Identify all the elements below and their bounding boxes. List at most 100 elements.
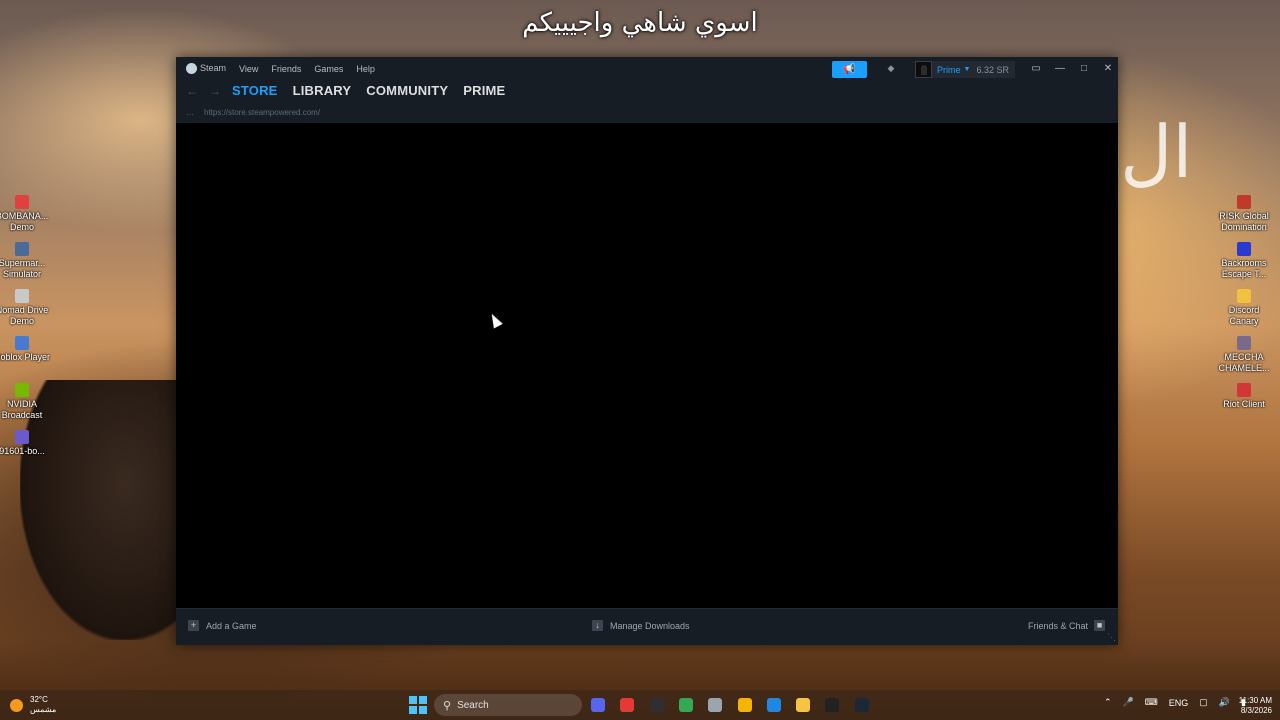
windows-logo-pane (419, 696, 427, 704)
voice-app-icon[interactable] (620, 698, 635, 712)
app-icon[interactable] (825, 698, 840, 712)
discord-icon[interactable] (591, 698, 605, 712)
shortcut-icon (1237, 195, 1251, 209)
steam-logo-icon (186, 63, 197, 75)
tab-library[interactable]: LIBRARY (293, 83, 352, 98)
chrome-canary-icon[interactable] (766, 698, 781, 712)
desktop-shortcut[interactable]: Discord Canary (1214, 289, 1274, 327)
friends-chat-label: Friends & Chat (1028, 620, 1089, 631)
wallet-balance: 6.32 SR (976, 64, 1009, 75)
notifications-button[interactable]: ◆ (880, 63, 902, 77)
language-indicator[interactable]: ENG (1169, 698, 1189, 708)
friends-chat-button[interactable]: Friends & Chat ■ (1028, 620, 1112, 631)
chevron-up-icon[interactable]: ⌃ (1104, 697, 1112, 708)
shortcut-icon (15, 195, 29, 209)
profile-name: Prime (937, 64, 961, 75)
tab-community[interactable]: COMMUNITY (366, 83, 448, 98)
back-arrow-icon[interactable]: ← (186, 84, 209, 98)
chevron-down-icon: ▼ (963, 66, 971, 73)
search-placeholder: Search (457, 699, 489, 711)
shortcut-icon (1237, 242, 1251, 256)
menu-item-steam[interactable]: Steam (186, 63, 226, 75)
shortcut-icon (15, 383, 29, 397)
shortcut-icon (15, 336, 29, 350)
windows-logo-pane (419, 706, 427, 714)
loading-spinner-icon: … (186, 108, 194, 117)
steam-menu-bar: Steam View Friends Games Help (186, 63, 375, 75)
clock[interactable]: 11:30 AM 8/3/2026 (1232, 696, 1272, 716)
desktop-shortcut[interactable]: Roblox Player (0, 336, 52, 363)
volume-icon[interactable]: 🔊 (1219, 697, 1230, 708)
wallpaper-ground (0, 640, 1280, 690)
obs-icon[interactable] (649, 698, 664, 712)
shortcut-label: BOMBANA... Demo (0, 211, 49, 232)
account-menu[interactable]: Prime ▼ 6.32 SR (915, 61, 1015, 78)
desktop-shortcut[interactable]: NVIDIA Broadcast (0, 383, 52, 421)
big-picture-icon[interactable]: ▭ (1024, 61, 1048, 77)
window-controls: ▭ — □ ✕ (1024, 61, 1120, 77)
file-explorer-icon[interactable] (796, 698, 811, 712)
friends-icon: ■ (1094, 620, 1106, 631)
desktop-shortcut[interactable]: Supermar... Simulator (0, 242, 52, 280)
shortcut-label: RISK Global Domination (1219, 211, 1269, 232)
minimize-button[interactable]: — (1048, 61, 1072, 77)
shortcut-label: Roblox Player (0, 352, 51, 362)
network-icon[interactable]: ▢ (1199, 697, 1208, 708)
url-bar: … https://store.steampowered.com/ (186, 108, 320, 117)
desktop-shortcut[interactable]: BOMBANA... Demo (0, 195, 52, 233)
settings-icon[interactable] (708, 698, 723, 712)
tab-store[interactable]: STORE (232, 83, 278, 98)
avatar (915, 61, 932, 78)
desktop-shortcut[interactable]: RISK Global Domination (1214, 195, 1274, 233)
time: 11:30 AM (1238, 696, 1272, 705)
shortcut-icon (15, 289, 29, 303)
desktop-shortcut[interactable]: Riot Client (1214, 383, 1274, 410)
close-button[interactable]: ✕ (1096, 61, 1120, 77)
menu-item-friends[interactable]: Friends (271, 64, 301, 74)
taskbar: 32°C مشمس ⚲ Search ⌃ 🎤 ⌨ ENG ▢ 🔊 ▮ 11:30… (0, 690, 1280, 720)
windows-logo-icon (409, 696, 417, 704)
download-icon: ↓ (592, 620, 603, 631)
menu-item-help[interactable]: Help (356, 64, 375, 74)
shortcut-icon (15, 430, 29, 444)
overlay-caption: اسوي شاهي واجيييكم (522, 8, 758, 38)
shortcut-icon (1237, 289, 1251, 303)
chrome-icon[interactable] (678, 698, 693, 712)
desktop-shortcut[interactable]: Nomad Drive Demo (0, 289, 52, 327)
url-text: https://store.steampowered.com/ (204, 108, 321, 117)
announcements-button[interactable]: 📢 (832, 61, 867, 78)
sun-icon (10, 698, 23, 712)
forward-arrow-icon[interactable]: → (209, 84, 232, 98)
shortcut-label: Nomad Drive Demo (0, 305, 49, 326)
bell-icon: ◆ (887, 63, 895, 73)
megaphone-icon: 📢 (843, 64, 856, 75)
desktop-shortcut[interactable]: MECCHA CHAMELE... (1214, 336, 1274, 374)
date: 8/3/2026 (1240, 706, 1272, 715)
manage-downloads-button[interactable]: ↓ Manage Downloads (592, 620, 690, 631)
desktop-shortcut[interactable]: Backrooms Escape T... (1214, 242, 1274, 280)
tab-prime[interactable]: PRIME (463, 83, 505, 98)
taskbar-search[interactable]: ⚲ Search (434, 694, 582, 716)
steam-titlebar: Steam View Friends Games Help 📢 ◆ Prime … (176, 57, 1118, 123)
shortcut-icon (1237, 383, 1251, 397)
resize-grip-icon[interactable]: ⋱ (1107, 632, 1116, 643)
menu-item-view[interactable]: View (239, 64, 258, 74)
shortcut-label: Supermar... Simulator (0, 258, 46, 279)
pen-app-icon[interactable] (737, 698, 752, 712)
keyboard-icon[interactable]: ⌨ (1145, 697, 1158, 708)
desktop-shortcut[interactable]: 91601-bo... (0, 430, 52, 457)
temperature: 32°C (30, 695, 48, 704)
windows-logo-pane (409, 706, 417, 714)
shortcut-label: NVIDIA Broadcast (1, 399, 43, 420)
add-game-button[interactable]: + Add a Game (188, 620, 257, 631)
search-icon: ⚲ (443, 699, 452, 712)
weather-widget[interactable]: 32°C مشمس (10, 695, 56, 715)
maximize-button[interactable]: □ (1072, 61, 1096, 77)
steam-taskbar-icon[interactable] (854, 698, 869, 712)
store-content-area (176, 123, 1118, 608)
menu-item-games[interactable]: Games (314, 64, 343, 74)
start-button[interactable] (409, 696, 427, 714)
system-tray: ⌃ 🎤 ⌨ ENG ▢ 🔊 ▮ (1104, 697, 1246, 708)
microphone-icon[interactable]: 🎤 (1123, 697, 1134, 708)
shortcut-label: 91601-bo... (0, 446, 45, 456)
